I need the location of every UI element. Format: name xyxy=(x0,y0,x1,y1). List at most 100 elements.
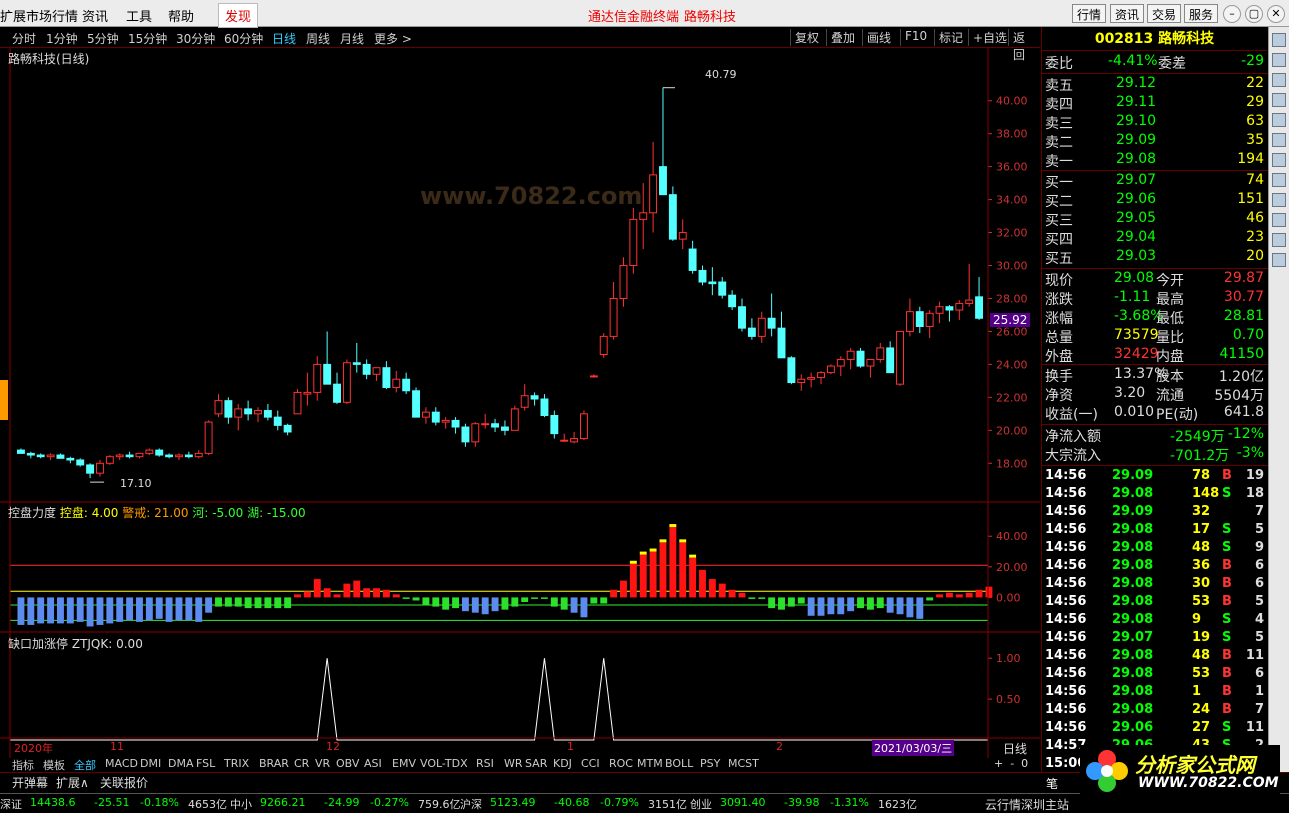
candle-body xyxy=(36,454,45,458)
candle-body xyxy=(896,330,904,385)
indicator-tab[interactable]: 模板 xyxy=(43,757,65,773)
menu-bar: 扩展市场行情 资讯 工具 帮助 发现 通达信金融终端 路畅科技 行情 资讯 交易… xyxy=(0,0,1289,28)
menu-discover[interactable]: 发现 xyxy=(218,3,259,28)
ind1-bar xyxy=(580,597,588,618)
indicator-tab[interactable]: MACD xyxy=(105,757,138,770)
minimize-icon[interactable]: – xyxy=(1223,5,1241,23)
quote-button[interactable]: 行情 xyxy=(1072,4,1107,23)
period-30min[interactable]: 30分钟 xyxy=(176,30,215,47)
ytick-label: 30.00 xyxy=(996,260,1028,273)
danmu-tab[interactable]: 开弹幕 xyxy=(12,774,48,791)
indicator-tab[interactable]: MTM xyxy=(637,757,663,770)
ind1-bar xyxy=(985,586,993,598)
indicator-tab[interactable]: FSL xyxy=(196,757,215,770)
indicator-tab[interactable]: 指标 xyxy=(12,757,34,773)
indicator-tab[interactable]: 全部 xyxy=(74,757,96,773)
menu-news[interactable]: 资讯 xyxy=(82,6,108,25)
ind1-bar xyxy=(906,597,914,618)
candle-body xyxy=(599,335,608,356)
ind1-bar xyxy=(432,597,440,607)
indicator-tab[interactable]: EMV xyxy=(392,757,416,770)
legend-hu: 湖: -15.00 xyxy=(247,506,306,520)
ind1-bar xyxy=(126,597,134,621)
service-button[interactable]: 服务 xyxy=(1184,4,1219,23)
tick-row: 14:56 29.08 36 B 6 xyxy=(1045,558,1264,573)
indicator-tab[interactable]: BOLL xyxy=(665,757,693,770)
indicator-tab[interactable]: SAR xyxy=(525,757,547,770)
kline-chart-area[interactable]: 40.00 38.00 36.00 34.00 32.00 30.00 28.00 26.00… xyxy=(0,48,1040,758)
sidebar-icon[interactable] xyxy=(1272,153,1286,167)
ind1-bar xyxy=(461,597,469,612)
indicator-tab[interactable]: TRIX xyxy=(224,757,249,770)
menu-help[interactable]: 帮助 xyxy=(168,6,194,25)
period-5min[interactable]: 5分钟 xyxy=(87,30,119,47)
indicator-tab[interactable]: PSY xyxy=(700,757,720,770)
indicator-tab[interactable]: VOL-TDX xyxy=(420,757,468,770)
draw-button[interactable]: 画线 xyxy=(862,29,895,46)
period-monthly[interactable]: 月线 xyxy=(340,30,364,47)
period-more[interactable]: 更多 > xyxy=(374,30,412,47)
ind1-title: 控盘力度 控盘: 4.00 警戒: 21.00 河: -5.00 湖: -15.… xyxy=(8,504,306,521)
ind1-bar xyxy=(817,597,825,616)
indicator-tab[interactable]: ROC xyxy=(609,757,633,770)
legend-kongpan: 控盘: 4.00 xyxy=(59,506,119,520)
period-fenshi[interactable]: 分时 xyxy=(12,30,36,47)
sidebar-icon[interactable] xyxy=(1272,53,1286,67)
mark-button[interactable]: 标记 xyxy=(934,29,967,46)
ind1-bar xyxy=(955,594,963,598)
indicator-tab[interactable]: BRAR xyxy=(259,757,289,770)
sidebar-icon[interactable] xyxy=(1272,73,1286,87)
indicator-tab[interactable]: VR xyxy=(315,757,330,770)
add-watch-button[interactable]: +自选 xyxy=(968,29,1011,46)
tick-row: 14:56 29.08 48 S 9 xyxy=(1045,540,1264,555)
f10-button[interactable]: F10 xyxy=(900,29,931,46)
indicator-tab[interactable]: KDJ xyxy=(553,757,572,770)
sidebar-icon[interactable] xyxy=(1272,113,1286,127)
indicator-tab[interactable]: ASI xyxy=(364,757,382,770)
sidebar-icon[interactable] xyxy=(1272,213,1286,227)
period-daily[interactable]: 日线 xyxy=(272,30,296,47)
news-button[interactable]: 资讯 xyxy=(1110,4,1145,23)
tick-tab[interactable]: 笔 xyxy=(1046,775,1058,792)
back-button[interactable]: 返回 xyxy=(1008,29,1040,62)
close-icon[interactable]: ✕ xyxy=(1267,5,1285,23)
indicator-tab[interactable]: CR xyxy=(294,757,309,770)
ind1-bar xyxy=(699,569,706,598)
index-pct: -1.31% xyxy=(830,796,869,809)
candle-body xyxy=(797,378,806,384)
ind1-bar xyxy=(570,597,578,613)
tick-row: 14:56 29.08 17 S 5 xyxy=(1045,522,1264,537)
sidebar-icon[interactable] xyxy=(1272,193,1286,207)
period-weekly[interactable]: 周线 xyxy=(306,30,330,47)
related-quote-tab[interactable]: 关联报价 xyxy=(100,774,148,791)
period-60min[interactable]: 60分钟 xyxy=(224,30,263,47)
indicator-tab[interactable]: DMI xyxy=(140,757,161,770)
app-title: 通达信金融终端 xyxy=(588,10,680,25)
period-bar: 分时 1分钟 5分钟 15分钟 30分钟 60分钟 日线 周线 月线 更多 > … xyxy=(0,27,1040,62)
overlay-button[interactable]: 叠加 xyxy=(826,29,859,46)
indicator-tab[interactable]: CCI xyxy=(581,757,600,770)
sidebar-icon[interactable] xyxy=(1272,93,1286,107)
sidebar-icon[interactable] xyxy=(1272,253,1286,267)
indicator-tab[interactable]: MCST xyxy=(728,757,759,770)
trade-button[interactable]: 交易 xyxy=(1147,4,1182,23)
candle-body xyxy=(886,347,895,374)
indicator-tab[interactable]: RSI xyxy=(476,757,494,770)
period-15min[interactable]: 15分钟 xyxy=(128,30,167,47)
fuquan-button[interactable]: 复权 xyxy=(790,29,823,46)
restore-icon[interactable]: ▢ xyxy=(1245,5,1263,23)
sidebar-icon[interactable] xyxy=(1272,133,1286,147)
expand-tab[interactable]: 扩展∧ xyxy=(56,774,89,791)
menu-market[interactable]: 扩展市场行情 xyxy=(0,6,78,25)
candle-body xyxy=(846,350,855,360)
period-1min[interactable]: 1分钟 xyxy=(46,30,78,47)
menu-tools[interactable]: 工具 xyxy=(126,6,152,25)
indicator-tab[interactable]: WR xyxy=(504,757,523,770)
indicator-tab[interactable]: DMA xyxy=(168,757,194,770)
zoom-controls[interactable]: + - 0 xyxy=(994,757,1028,770)
candle-body xyxy=(194,452,203,458)
indicator-tab[interactable]: OBV xyxy=(336,757,359,770)
sidebar-icon[interactable] xyxy=(1272,173,1286,187)
sidebar-icon[interactable] xyxy=(1272,33,1286,47)
sidebar-icon[interactable] xyxy=(1272,233,1286,247)
